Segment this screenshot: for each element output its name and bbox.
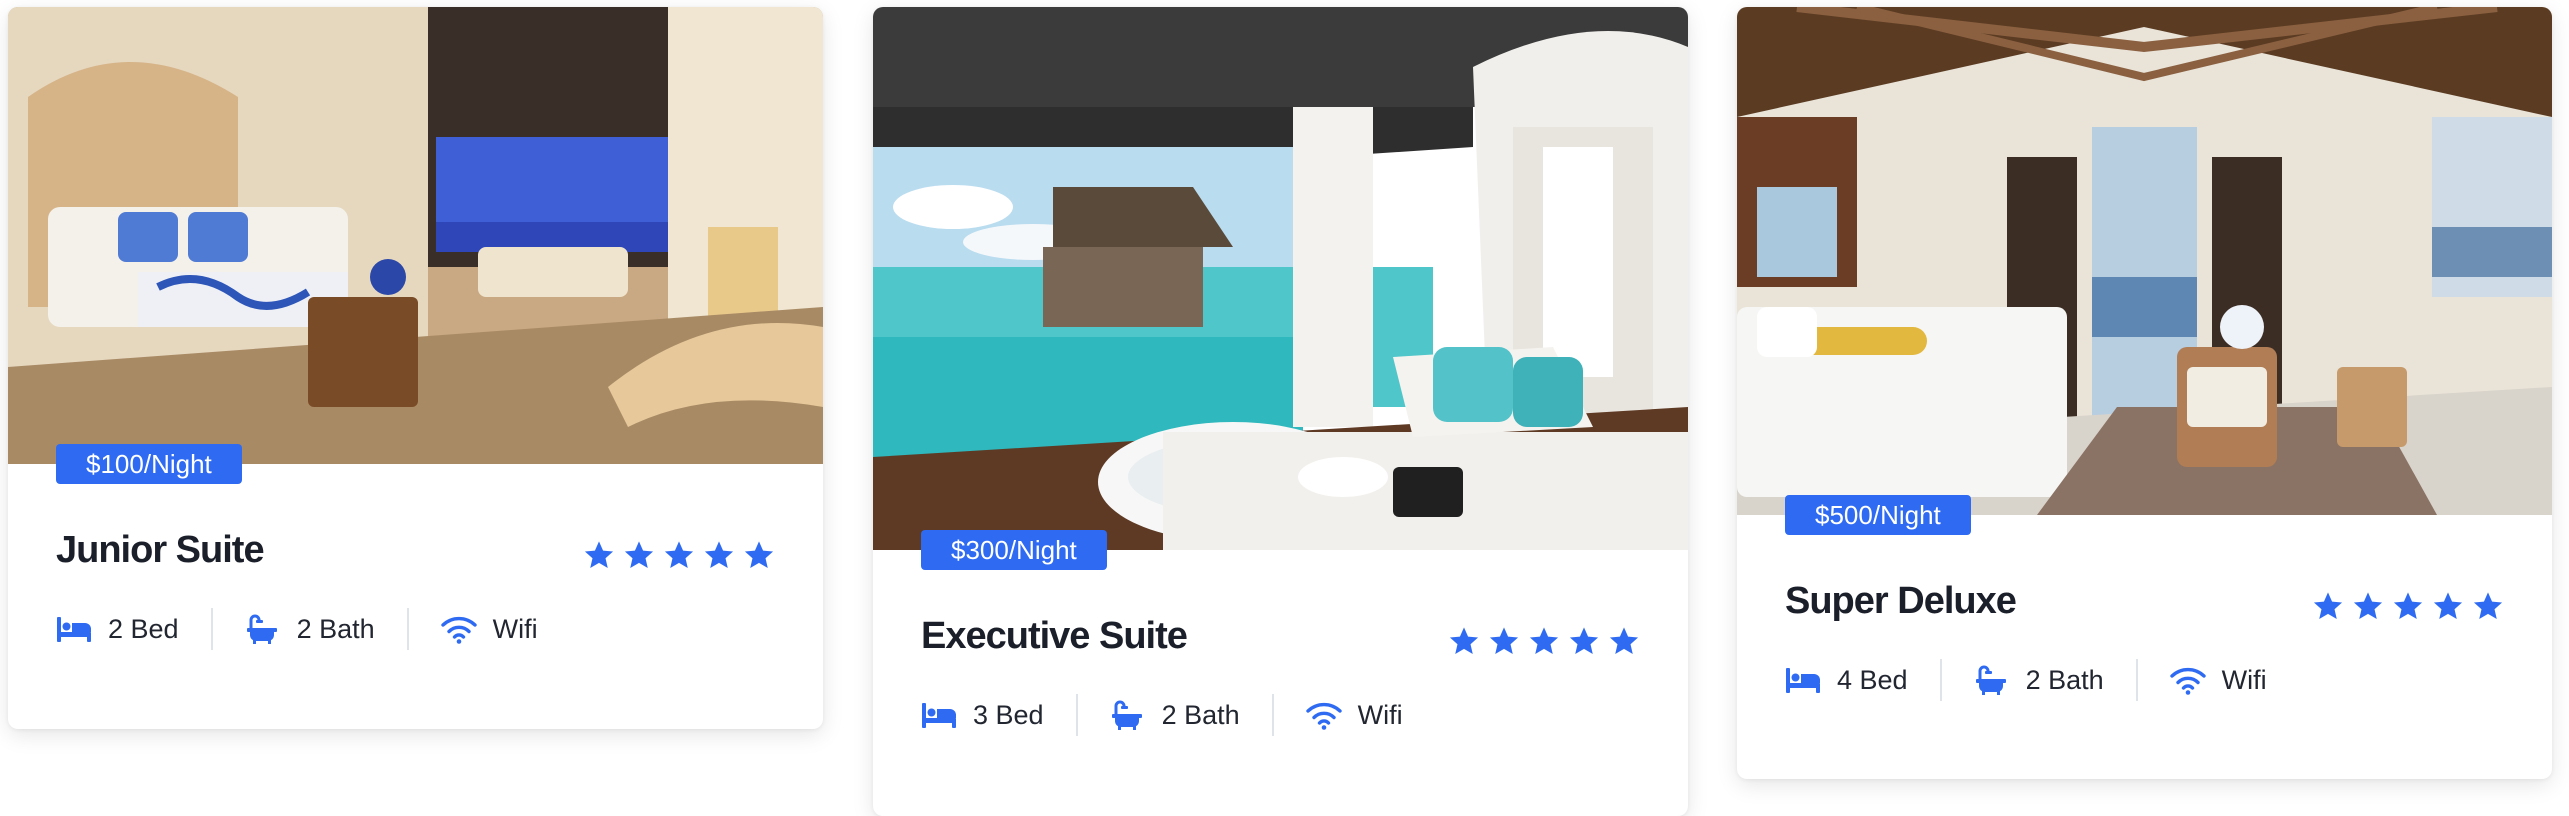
divider [210, 608, 213, 650]
star-rating [1448, 625, 1640, 657]
star-icon [1528, 625, 1560, 657]
bed-icon [56, 614, 92, 644]
room-card-executive-suite[interactable]: $300/Night Executive Suite 3 Bed 2 Bath … [873, 7, 1688, 816]
room-photo-executive-suite[interactable] [873, 7, 1688, 550]
room-cards-section: $100/Night Junior Suite 2 Bed 2 Bath Wif… [0, 0, 2569, 816]
room-card-super-deluxe[interactable]: $500/Night Super Deluxe 4 Bed 2 Bath Wif… [1737, 7, 2552, 779]
divider [406, 608, 409, 650]
room-card-junior-suite[interactable]: $100/Night Junior Suite 2 Bed 2 Bath Wif… [8, 7, 823, 729]
feature-label: Wifi [1357, 699, 1403, 730]
feature-baths: 2 Bath [245, 614, 375, 645]
room-features: 4 Bed 2 Bath Wifi [1785, 658, 2267, 702]
bath-icon [1974, 665, 2010, 695]
room-title[interactable]: Super Deluxe [1785, 580, 2017, 623]
bed-icon [1785, 665, 1821, 695]
feature-wifi: Wifi [1306, 700, 1403, 731]
feature-label: 2 Bath [1161, 699, 1240, 730]
room-title[interactable]: Executive Suite [921, 615, 1188, 658]
wifi-icon [441, 614, 477, 644]
divider [1939, 659, 1942, 701]
star-icon [663, 539, 695, 571]
star-icon [583, 539, 615, 571]
bath-icon [245, 614, 281, 644]
feature-label: 3 Bed [973, 699, 1044, 730]
feature-label: Wifi [492, 613, 538, 644]
price-badge: $500/Night [1785, 495, 1971, 535]
feature-baths: 2 Bath [1110, 700, 1240, 731]
feature-baths: 2 Bath [1974, 665, 2104, 696]
star-icon [2352, 590, 2384, 622]
star-icon [1608, 625, 1640, 657]
bath-icon [1110, 700, 1146, 730]
star-rating [583, 539, 775, 571]
star-icon [2392, 590, 2424, 622]
feature-label: 2 Bath [296, 613, 375, 644]
price-badge: $300/Night [921, 530, 1107, 570]
feature-label: 2 Bath [2025, 664, 2104, 695]
divider [1271, 694, 1274, 736]
feature-wifi: Wifi [441, 614, 538, 645]
feature-wifi: Wifi [2170, 665, 2267, 696]
divider [1075, 694, 1078, 736]
star-icon [703, 539, 735, 571]
star-icon [1488, 625, 1520, 657]
feature-beds: 4 Bed [1785, 665, 1908, 696]
room-photo-junior-suite[interactable] [8, 7, 823, 464]
star-icon [623, 539, 655, 571]
star-icon [2472, 590, 2504, 622]
feature-label: 2 Bed [108, 613, 179, 644]
room-title[interactable]: Junior Suite [56, 529, 265, 572]
room-features: 2 Bed 2 Bath Wifi [56, 607, 538, 651]
feature-label: Wifi [2221, 664, 2267, 695]
star-rating [2312, 590, 2504, 622]
bed-icon [921, 700, 957, 730]
star-icon [1568, 625, 1600, 657]
room-features: 3 Bed 2 Bath Wifi [921, 693, 1403, 737]
star-icon [1448, 625, 1480, 657]
star-icon [2432, 590, 2464, 622]
divider [2135, 659, 2138, 701]
star-icon [2312, 590, 2344, 622]
price-badge: $100/Night [56, 444, 242, 484]
room-photo-super-deluxe[interactable] [1737, 7, 2552, 515]
feature-label: 4 Bed [1837, 664, 1908, 695]
star-icon [743, 539, 775, 571]
wifi-icon [1306, 700, 1342, 730]
feature-beds: 2 Bed [56, 614, 179, 645]
wifi-icon [2170, 665, 2206, 695]
feature-beds: 3 Bed [921, 700, 1044, 731]
